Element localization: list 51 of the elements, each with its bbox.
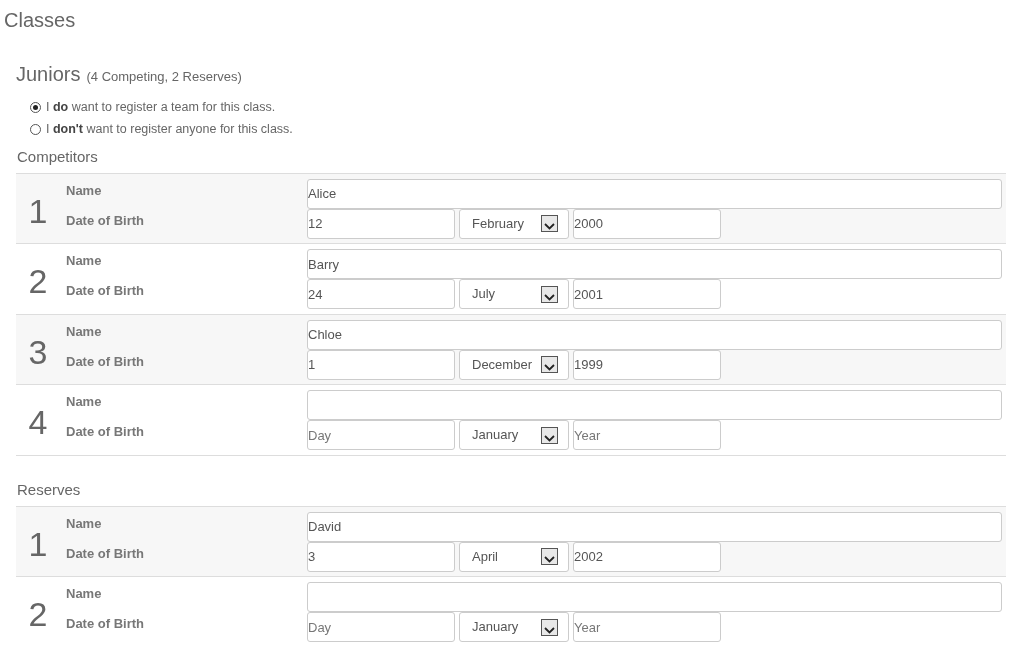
field-label: Date of Birth: [66, 352, 145, 371]
radio-button[interactable]: [30, 124, 41, 135]
field-label: Date of Birth: [66, 544, 145, 563]
day-field[interactable]: 24: [307, 279, 455, 309]
month-select[interactable]: April: [459, 541, 569, 572]
name-field[interactable]: David: [307, 511, 1002, 542]
entry-number: 1: [27, 526, 49, 561]
field-label: Name: [66, 252, 103, 270]
option-label[interactable]: I do want to register a team for this class.: [46, 98, 276, 117]
name-field[interactable]: [307, 582, 1002, 612]
entry-number: 4: [27, 405, 49, 440]
radio-button[interactable]: [30, 102, 41, 113]
field-label: Name: [66, 393, 103, 411]
class-title: Juniors: [16, 62, 81, 86]
name-field[interactable]: Barry: [307, 249, 1002, 279]
entry-number: 3: [27, 334, 49, 369]
field-label: Name: [66, 585, 103, 603]
field-label: Name: [66, 322, 103, 341]
page-title: Classes: [4, 8, 77, 32]
field-label: Date of Birth: [66, 615, 145, 633]
year-field[interactable]: 2002: [573, 541, 721, 572]
year-field[interactable]: 1999: [573, 349, 721, 380]
day-field[interactable]: Day: [307, 612, 455, 642]
month-select[interactable]: July: [459, 279, 569, 309]
field-label: Name: [66, 181, 103, 200]
entry-number: 1: [27, 193, 49, 228]
field-label: Date of Birth: [66, 423, 145, 441]
name-field[interactable]: Alice: [307, 178, 1002, 209]
day-field[interactable]: Day: [307, 420, 455, 450]
day-field[interactable]: 3: [307, 541, 455, 572]
month-select[interactable]: January: [459, 612, 569, 642]
year-field[interactable]: Year: [573, 612, 721, 642]
field-label: Date of Birth: [66, 211, 145, 230]
option-label[interactable]: I don't want to register anyone for this class.: [46, 120, 293, 139]
section-title: Reserves: [17, 479, 82, 500]
field-label: Date of Birth: [66, 282, 145, 300]
month-select[interactable]: February: [459, 208, 569, 239]
day-field[interactable]: 12: [307, 208, 455, 239]
month-select[interactable]: January: [459, 420, 569, 450]
field-label: Name: [66, 514, 103, 533]
name-field[interactable]: Chloe: [307, 319, 1002, 350]
entry-number: 2: [27, 264, 49, 299]
year-field[interactable]: Year: [573, 420, 721, 450]
section-title: Competitors: [17, 146, 99, 167]
entry-number: 2: [27, 597, 49, 632]
day-field[interactable]: 1: [307, 349, 455, 380]
name-field[interactable]: [307, 390, 1002, 420]
month-select[interactable]: December: [459, 349, 569, 380]
year-field[interactable]: 2000: [573, 208, 721, 239]
class-summary: (4 Competing, 2 Reserves): [86, 68, 242, 86]
year-field[interactable]: 2001: [573, 279, 721, 309]
